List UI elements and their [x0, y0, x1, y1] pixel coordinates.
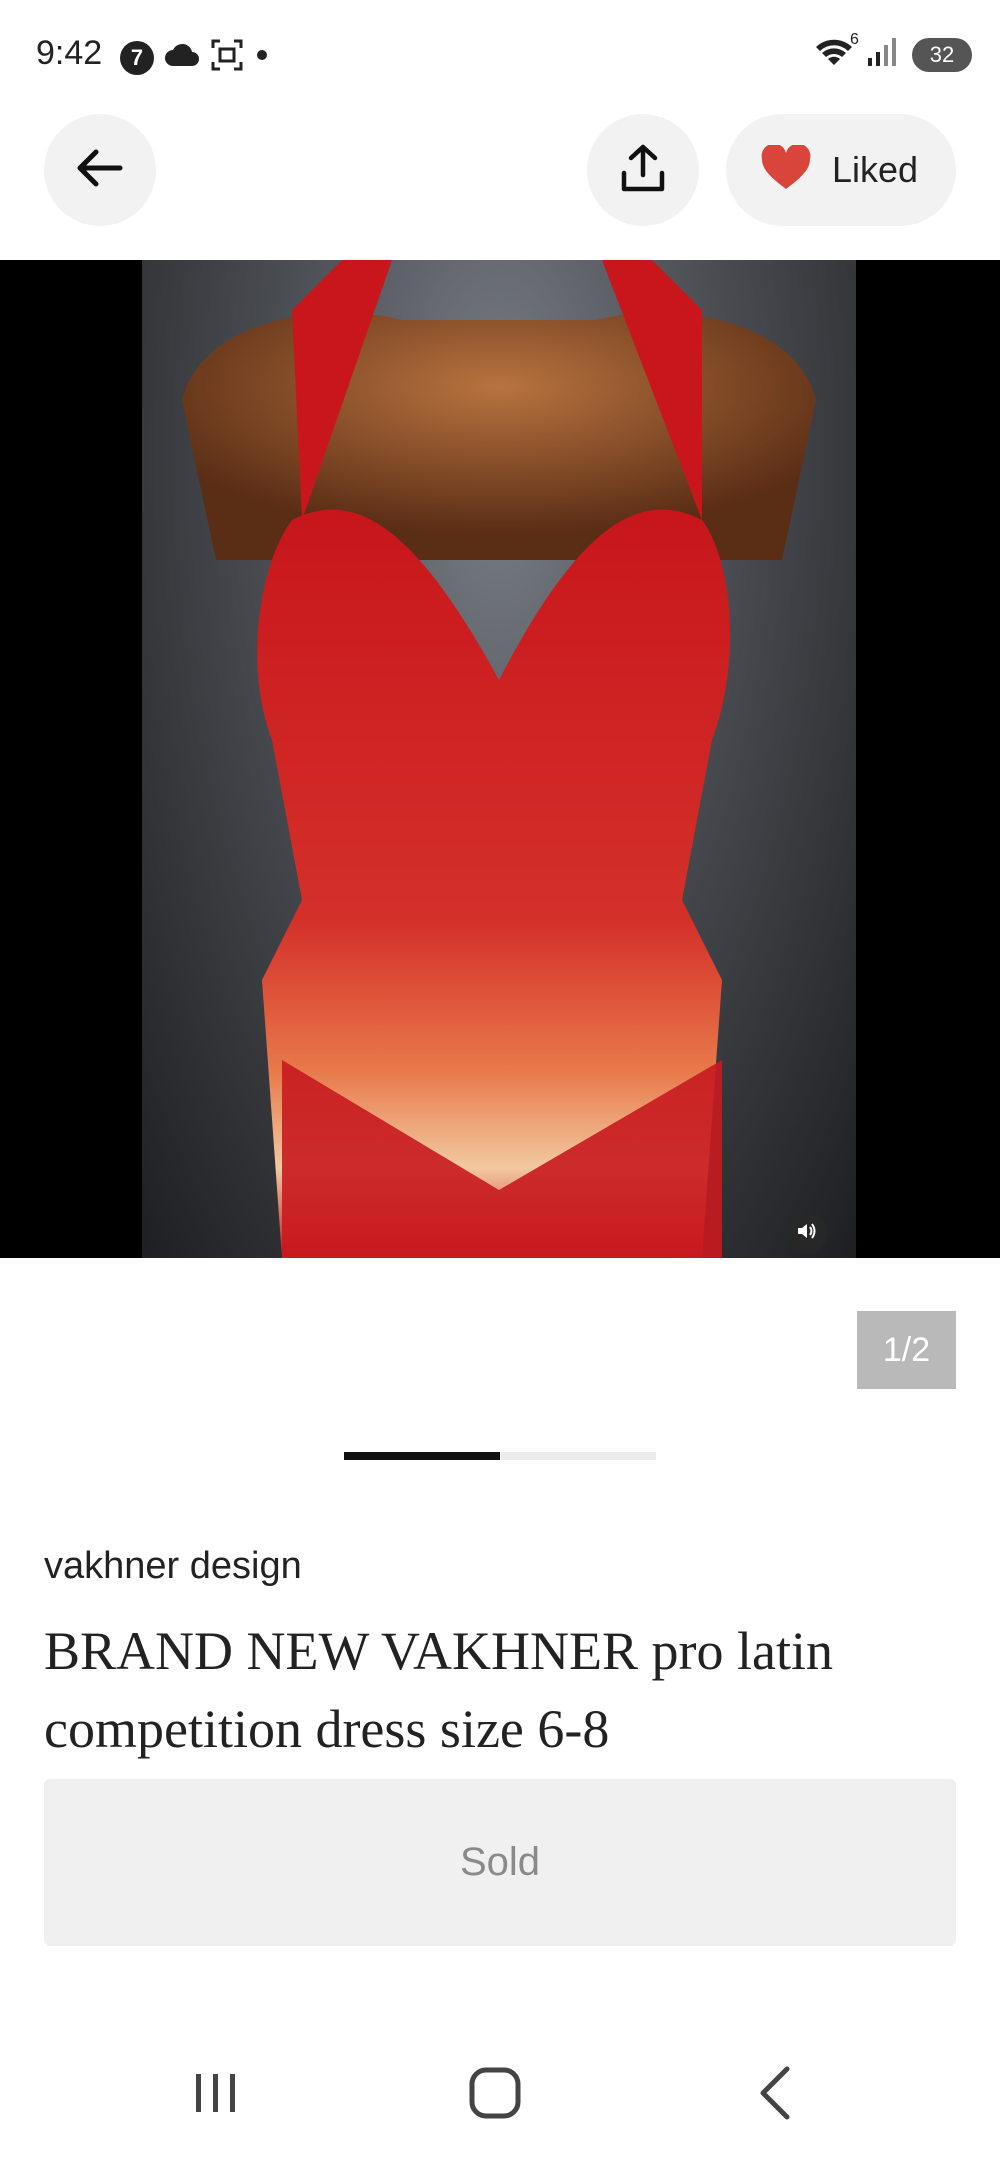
product-photo	[142, 260, 856, 1258]
status-icons-right: 6 32	[814, 31, 972, 73]
status-bar: 9:42 7 6 32	[0, 0, 1000, 110]
arrow-left-icon	[76, 148, 124, 193]
status-icons-left: 7	[120, 38, 270, 77]
back-button[interactable]	[44, 114, 156, 226]
share-button[interactable]	[587, 114, 699, 226]
status-time: 9:42	[36, 34, 103, 72]
product-media[interactable]	[0, 260, 1000, 1258]
page-indicator: 1/2	[857, 1311, 956, 1389]
channel-7-icon: 7	[120, 40, 154, 75]
recent-apps-icon	[191, 2068, 241, 2123]
home-icon	[467, 2065, 523, 2126]
screenshot-icon	[210, 38, 244, 77]
home-button[interactable]	[460, 2060, 530, 2130]
dot-icon	[254, 47, 270, 68]
liked-button[interactable]: Liked	[726, 114, 956, 226]
sold-button: Sold	[44, 1779, 956, 1946]
signal-icon	[866, 36, 900, 73]
dress-illustration	[182, 260, 816, 1258]
battery-icon: 32	[912, 37, 972, 72]
sound-toggle-button[interactable]	[786, 1212, 828, 1254]
back-icon	[755, 2065, 795, 2126]
brand-name[interactable]: vakhner design	[44, 1545, 302, 1588]
recent-apps-button[interactable]	[181, 2060, 251, 2130]
system-back-button[interactable]	[740, 2060, 810, 2130]
cloud-icon	[164, 42, 200, 73]
heart-icon	[760, 143, 812, 196]
top-nav: Liked	[0, 110, 1000, 260]
carousel-progress	[344, 1452, 656, 1460]
system-nav-bar	[0, 2040, 1000, 2150]
liked-label: Liked	[832, 149, 919, 190]
carousel-progress-fill	[344, 1452, 500, 1460]
share-icon	[620, 143, 666, 198]
wifi-icon: 6	[814, 31, 859, 72]
wifi-label: 6	[850, 31, 859, 48]
speaker-icon	[796, 1221, 818, 1246]
product-title: BRAND NEW VAKHNER pro latin competition …	[44, 1621, 834, 1759]
